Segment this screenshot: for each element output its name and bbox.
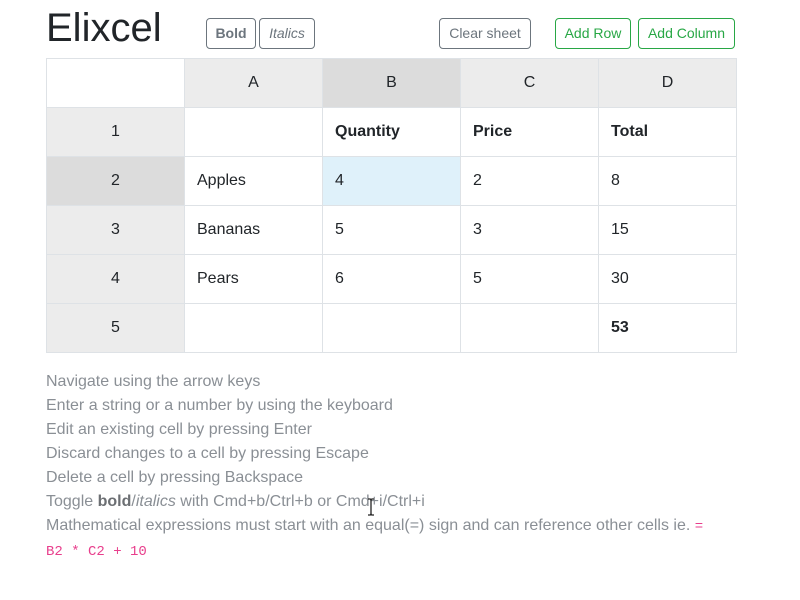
row-header-4[interactable]: 4 <box>46 254 185 304</box>
math-code-example: B2 * C2 + 10 <box>46 544 147 560</box>
column-header-a[interactable]: A <box>184 58 323 108</box>
toggle-prefix: Toggle <box>46 493 98 510</box>
table-row: 1 Quantity Price Total <box>46 107 737 157</box>
instruction-navigate: Navigate using the arrow keys <box>46 373 261 390</box>
row-header-5[interactable]: 5 <box>46 303 185 353</box>
row-header-3[interactable]: 3 <box>46 205 185 255</box>
add-column-button[interactable]: Add Column <box>638 18 735 49</box>
instructions: Navigate using the arrow keys Enter a st… <box>46 370 746 564</box>
cell-c3[interactable]: 3 <box>460 205 599 255</box>
column-header-c[interactable]: C <box>460 58 599 108</box>
instruction-toggle: Toggle bold/italics with Cmd+b/Ctrl+b or… <box>46 490 746 514</box>
table-row: 3 Bananas 5 3 15 <box>46 205 737 255</box>
cell-b5[interactable] <box>322 303 461 353</box>
instruction-edit: Edit an existing cell by pressing Enter <box>46 421 312 438</box>
clear-sheet-button[interactable]: Clear sheet <box>439 18 531 49</box>
instruction-discard: Discard changes to a cell by pressing Es… <box>46 445 369 462</box>
toggle-bold-word: bold <box>97 493 132 510</box>
table-row: 4 Pears 6 5 30 <box>46 254 737 304</box>
column-header-b[interactable]: B <box>322 58 461 108</box>
bold-button[interactable]: Bold <box>206 18 256 49</box>
cell-b3[interactable]: 5 <box>322 205 461 255</box>
cell-c4[interactable]: 5 <box>460 254 599 304</box>
text-cursor-icon <box>368 498 374 516</box>
instruction-math: Mathematical expressions must start with… <box>46 514 746 539</box>
italics-button[interactable]: Italics <box>259 18 315 49</box>
cell-d4[interactable]: 30 <box>598 254 737 304</box>
corner-cell <box>46 58 185 108</box>
cell-a4[interactable]: Pears <box>184 254 323 304</box>
cell-a3[interactable]: Bananas <box>184 205 323 255</box>
column-header-d[interactable]: D <box>598 58 737 108</box>
cell-d1[interactable]: Total <box>598 107 737 157</box>
cell-d3[interactable]: 15 <box>598 205 737 255</box>
spreadsheet-grid: A B C D 1 Quantity Price Total 2 Apples … <box>46 58 737 353</box>
row-header-1[interactable]: 1 <box>46 107 185 157</box>
table-row: 2 Apples 4 2 8 <box>46 156 737 206</box>
math-code-equal: = <box>694 519 704 535</box>
cell-d5[interactable]: 53 <box>598 303 737 353</box>
instruction-delete: Delete a cell by pressing Backspace <box>46 469 304 486</box>
column-header-row: A B C D <box>46 58 737 108</box>
math-text: Mathematical expressions must start with… <box>46 517 695 534</box>
cell-b1[interactable]: Quantity <box>322 107 461 157</box>
toggle-suffix: with Cmd+b/Ctrl+b or Cmd+i/Ctrl+i <box>175 493 425 510</box>
instruction-enter: Enter a string or a number by using the … <box>46 397 393 414</box>
instruction-math-example: B2 * C2 + 10 <box>46 539 746 564</box>
cell-a1[interactable] <box>184 107 323 157</box>
cell-a2[interactable]: Apples <box>184 156 323 206</box>
cell-d2[interactable]: 8 <box>598 156 737 206</box>
cell-b2[interactable]: 4 <box>322 156 461 206</box>
cell-b4[interactable]: 6 <box>322 254 461 304</box>
toggle-italics-word: italics <box>135 493 176 510</box>
table-row: 5 53 <box>46 303 737 353</box>
cell-a5[interactable] <box>184 303 323 353</box>
row-header-2[interactable]: 2 <box>46 156 185 206</box>
cell-c5[interactable] <box>460 303 599 353</box>
add-row-button[interactable]: Add Row <box>555 18 631 49</box>
app-title: Elixcel <box>46 6 162 50</box>
cell-c1[interactable]: Price <box>460 107 599 157</box>
cell-c2[interactable]: 2 <box>460 156 599 206</box>
